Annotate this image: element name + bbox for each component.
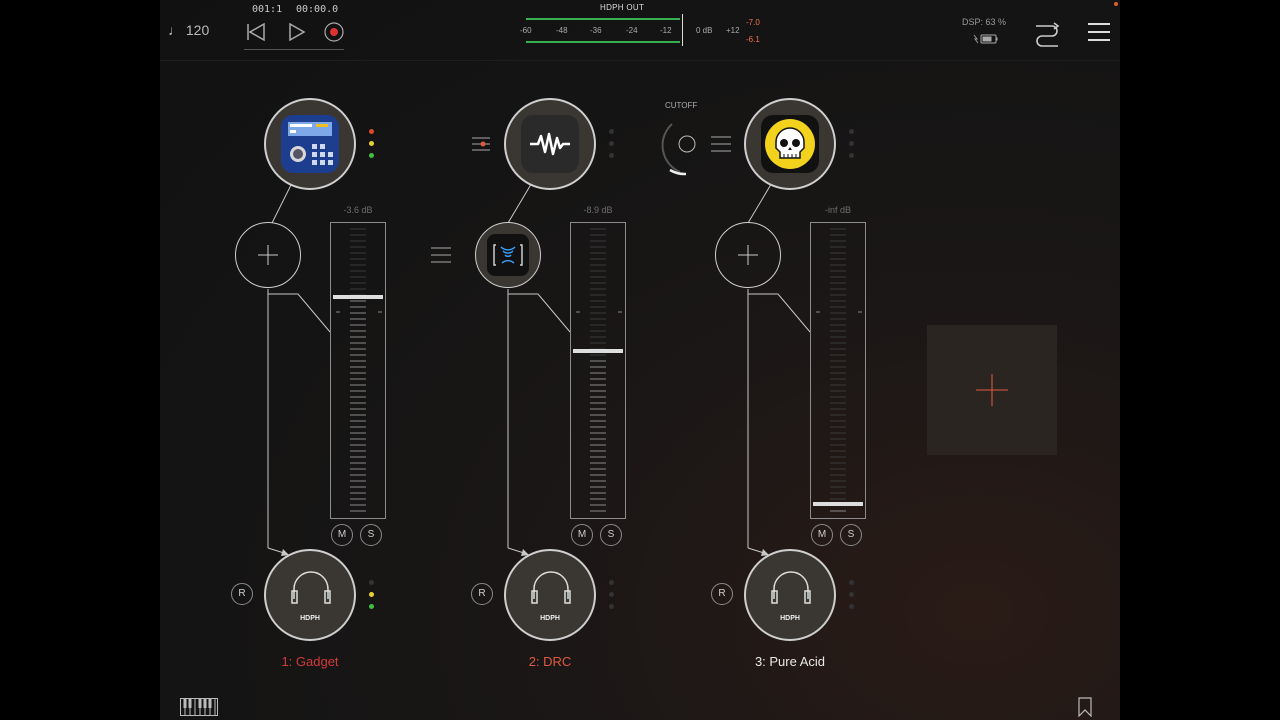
status-led <box>849 604 854 609</box>
mute-button[interactable]: M <box>811 524 833 546</box>
menu-lines-icon[interactable] <box>430 246 452 264</box>
status-led <box>609 129 614 134</box>
gadget-app-icon <box>281 115 339 173</box>
status-led <box>849 153 854 158</box>
fader-db-label: -8.9 dB <box>583 205 613 215</box>
status-led <box>849 129 854 134</box>
record-arm-button[interactable]: R <box>711 583 733 605</box>
channel-fader[interactable] <box>570 222 626 519</box>
fader-scale <box>576 228 622 512</box>
sliders-icon[interactable] <box>470 135 492 153</box>
add-effect-button[interactable] <box>715 222 781 288</box>
status-led <box>849 580 854 585</box>
fader-scale <box>336 228 382 512</box>
mute-button[interactable]: M <box>571 524 593 546</box>
keyboard-button[interactable] <box>180 698 218 716</box>
channel-name[interactable]: 2: DRC <box>490 654 610 669</box>
output-hdph[interactable]: HDPH <box>264 549 356 641</box>
headphones-icon <box>291 571 331 604</box>
record-arm-button[interactable]: R <box>231 583 253 605</box>
channel-name[interactable]: 1: Gadget <box>250 654 370 669</box>
status-led <box>369 592 374 597</box>
solo-button[interactable]: S <box>600 524 622 546</box>
spatial-fx-app-icon <box>487 234 529 276</box>
output-hdph[interactable]: HDPH <box>744 549 836 641</box>
plus-icon <box>976 374 1008 406</box>
fader-scale <box>816 228 862 512</box>
fader-handle[interactable] <box>813 502 863 506</box>
fader-handle[interactable] <box>333 294 383 299</box>
waveform-app-icon <box>521 115 579 173</box>
status-led <box>609 141 614 146</box>
effect-slot-drc[interactable] <box>475 222 541 288</box>
status-led <box>369 604 374 609</box>
record-arm-button[interactable]: R <box>471 583 493 605</box>
status-led <box>369 153 374 158</box>
plus-icon <box>258 245 278 265</box>
solo-button[interactable]: S <box>360 524 382 546</box>
channel-fader[interactable] <box>330 222 386 519</box>
instrument-slot-drc[interactable] <box>504 98 596 190</box>
mixer-stage: ♩ 120 001:1 00:00.0 HDPH OUT -60 -48 -36… <box>160 0 1120 720</box>
status-led <box>369 141 374 146</box>
status-led <box>609 592 614 597</box>
add-effect-button[interactable] <box>235 222 301 288</box>
add-channel-button[interactable] <box>927 325 1057 455</box>
status-led <box>849 592 854 597</box>
fader-handle[interactable] <box>573 349 623 354</box>
solo-button[interactable]: S <box>840 524 862 546</box>
status-led <box>609 604 614 609</box>
channel-fader[interactable] <box>810 222 866 519</box>
status-led <box>609 153 614 158</box>
output-label: HDPH <box>300 615 320 622</box>
status-led <box>849 141 854 146</box>
cutoff-label: CUTOFF <box>665 101 698 110</box>
skull-app-icon <box>761 115 819 173</box>
fader-db-label: -3.6 dB <box>343 205 373 215</box>
fader-db-label: -inf dB <box>824 205 851 215</box>
mute-button[interactable]: M <box>331 524 353 546</box>
output-label: HDPH <box>780 615 800 622</box>
headphones-icon <box>771 571 811 604</box>
status-led <box>609 580 614 585</box>
bookmark-button[interactable] <box>1078 697 1092 717</box>
channel-name[interactable]: 3: Pure Acid <box>730 654 850 669</box>
instrument-slot-gadget[interactable] <box>264 98 356 190</box>
status-led <box>369 129 374 134</box>
output-label: HDPH <box>540 615 560 622</box>
headphones-icon <box>531 571 571 604</box>
menu-lines-icon[interactable] <box>710 135 732 153</box>
instrument-slot-pure-acid[interactable] <box>744 98 836 190</box>
output-hdph[interactable]: HDPH <box>504 549 596 641</box>
status-led <box>369 580 374 585</box>
plus-icon <box>738 245 758 265</box>
